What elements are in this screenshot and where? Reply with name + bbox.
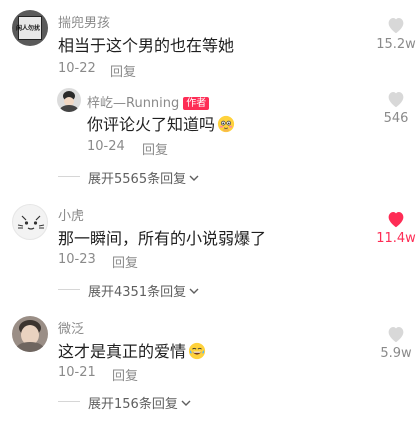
like-button[interactable]: 5.9w — [372, 325, 419, 361]
like-count: 546 — [383, 111, 409, 126]
comment-date: 10-23 — [58, 252, 96, 267]
reply-button[interactable]: 回复 — [112, 252, 138, 271]
heart-filled-icon — [388, 212, 404, 228]
chevron-down-icon — [189, 175, 199, 181]
comment-text-content: 这才是真正的爱情 — [58, 342, 187, 361]
divider-line — [58, 401, 80, 402]
heart-outline-icon — [388, 327, 404, 343]
comment-username[interactable]: 小虎 — [58, 205, 84, 224]
reply-username-text: 梓屹—Running — [87, 96, 180, 111]
comment-text: 这才是真正的爱情 — [58, 338, 206, 364]
reply-button[interactable]: 回复 — [142, 139, 168, 158]
shy-face-emoji-icon — [217, 115, 235, 137]
like-button[interactable]: 11.4w — [372, 210, 419, 246]
tears-of-joy-emoji-icon — [188, 342, 206, 364]
expand-replies-label: 展开5565条回复 — [88, 172, 187, 187]
comment-date: 10-21 — [58, 365, 96, 380]
like-button[interactable]: 15.2w — [372, 16, 419, 52]
like-button[interactable]: 546 — [372, 90, 419, 126]
divider-line — [58, 289, 80, 290]
avatar[interactable] — [12, 316, 48, 352]
expand-replies-label: 展开4351条回复 — [88, 285, 187, 300]
reply-button[interactable]: 回复 — [110, 61, 136, 80]
heart-outline-icon — [388, 92, 404, 108]
avatar[interactable]: 闲人勿扰 — [12, 10, 48, 46]
like-count: 5.9w — [380, 346, 412, 361]
heart-outline-icon — [388, 18, 404, 34]
expand-replies-button[interactable]: 展开4351条回复 — [88, 281, 200, 300]
divider-line — [58, 176, 80, 177]
avatar[interactable] — [57, 88, 81, 112]
expand-replies-button[interactable]: 展开5565条回复 — [88, 168, 200, 187]
chevron-down-icon — [181, 400, 191, 406]
like-count: 11.4w — [376, 231, 416, 246]
reply-text: 你评论火了知道吗 — [87, 111, 235, 137]
comment-date: 10-22 — [58, 61, 96, 76]
reply-text-content: 你评论火了知道吗 — [87, 115, 216, 134]
reply-button[interactable]: 回复 — [112, 365, 138, 384]
expand-replies-button[interactable]: 展开156条回复 — [88, 393, 192, 412]
author-badge: 作者 — [183, 97, 210, 110]
like-count: 15.2w — [376, 37, 416, 52]
chevron-down-icon — [189, 288, 199, 294]
reply-username[interactable]: 梓屹—Running 作者 — [87, 92, 210, 111]
comment-username[interactable]: 微泛 — [58, 318, 84, 337]
comment-username[interactable]: 揣兜男孩 — [58, 12, 110, 31]
comment-text: 那一瞬间，所有的小说弱爆了 — [58, 229, 267, 248]
reply-date: 10-24 — [87, 139, 125, 154]
expand-replies-label: 展开156条回复 — [88, 397, 178, 412]
avatar-text: 闲人勿扰 — [16, 25, 41, 32]
avatar[interactable] — [12, 204, 48, 240]
comment-text: 相当于这个男的也在等她 — [58, 36, 235, 55]
